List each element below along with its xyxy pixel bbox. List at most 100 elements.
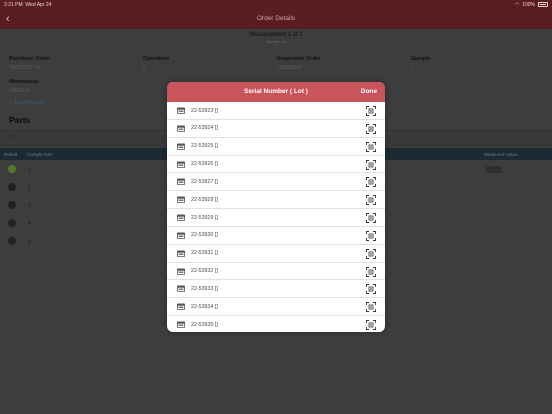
serial-list-item[interactable]: 22-53934 [] (167, 298, 385, 317)
measured-value: 6 unit (486, 166, 502, 173)
status-circle-icon (8, 201, 16, 209)
serial-number-text: 22-53931 [] (191, 250, 218, 257)
calendar-icon (177, 196, 185, 204)
barcode-scan-icon[interactable] (366, 302, 376, 313)
serial-number-text: 22-53932 [] (191, 268, 218, 275)
serial-list-item[interactable]: 22-53926 [] (167, 156, 385, 174)
serial-number-text: 22-53934 [] (191, 303, 218, 310)
calendar-icon (177, 214, 185, 222)
barcode-scan-icon[interactable] (366, 159, 376, 170)
search-icon: ⌕ (9, 134, 13, 140)
operation-value: 0 (143, 64, 146, 71)
calendar-icon (177, 268, 185, 275)
calendar-icon (177, 285, 185, 293)
wifi-icon: ◠ (514, 1, 520, 8)
serial-list-item[interactable]: 22-53931 [] (167, 245, 385, 263)
check-circle-icon (8, 165, 16, 173)
calendar-icon (177, 161, 185, 168)
attachments-link[interactable]: ⌇ Attachments (9, 100, 44, 106)
barcode-scan-icon[interactable] (366, 195, 376, 206)
serial-number-text: 22-53927 [] (191, 178, 218, 185)
barcode-scan-icon[interactable] (366, 141, 376, 152)
inspection-order-label: Inspection Order (277, 56, 322, 62)
calendar-icon (177, 125, 185, 132)
inspection-order-value: 100000046 (277, 64, 303, 71)
barcode-scan-icon[interactable] (366, 106, 376, 116)
battery-percent: 100% (522, 1, 535, 8)
parts-heading: Parts (9, 115, 31, 125)
serial-list-item[interactable]: 22-53932 [] (167, 263, 385, 281)
measurement-title: Measurement 1 of 1 (249, 32, 303, 38)
serial-list-item[interactable]: 22-53925 [] (167, 138, 385, 156)
serial-number-text: 22-53929 [] (191, 214, 218, 221)
serial-number-text: 22-53924 [] (191, 125, 218, 132)
barcode-scan-icon[interactable] (366, 248, 376, 259)
serial-number-text: 22-53930 [] (191, 232, 218, 239)
operation: Operation 0 (143, 56, 169, 71)
warehouse: Warehouse MARZUK (9, 79, 38, 94)
paperclip-icon: ⌇ (9, 100, 12, 106)
part-number: 5 (28, 239, 31, 245)
sample-value: 1 (411, 64, 414, 71)
barcode-scan-icon[interactable] (366, 177, 376, 188)
calendar-icon (177, 143, 185, 150)
attachments-label: Attachments (13, 100, 45, 106)
serial-list-item[interactable]: 22-53923 [] (167, 102, 385, 120)
sample: Sample 1 (411, 56, 431, 71)
modal-header: Serial Number ( Lot ) Done (167, 82, 385, 102)
barcode-scan-icon[interactable] (366, 230, 376, 241)
serial-list-item[interactable]: 22-53933 [] (167, 280, 385, 299)
part-number: 2 (28, 185, 31, 191)
date: Wed Apr 24 (25, 1, 52, 8)
serial-list-item[interactable]: 22-53927 [] (167, 173, 385, 192)
measurement-header: Measurement 1 of 1 Sample 1/1 (0, 32, 552, 44)
measurement-subtitle: Sample 1/1 (265, 39, 287, 44)
barcode-scan-icon[interactable] (366, 266, 376, 277)
barcode-scan-icon[interactable] (366, 284, 376, 295)
serial-list-item[interactable]: 22-53924 [] (167, 120, 385, 138)
col-measured-value: Measured Value (484, 151, 518, 157)
calendar-icon (177, 321, 185, 329)
serial-number-text: 22-53925 [] (191, 143, 218, 150)
serial-list-item[interactable]: 22-53929 [] (167, 209, 385, 227)
barcode-scan-icon[interactable] (366, 320, 376, 331)
serial-number-text: 22-53928 [] (191, 196, 218, 203)
warehouse-label: Warehouse (9, 79, 39, 85)
page-title: Order Details (256, 15, 296, 22)
status-circle-icon (8, 183, 16, 191)
calendar-icon (177, 232, 185, 239)
inspection-order: Inspection Order 100000046 (277, 56, 321, 71)
done-button[interactable]: Done (361, 88, 377, 95)
status-circle-icon (8, 219, 16, 227)
battery-icon (538, 2, 548, 7)
serial-list-item[interactable]: 22-53930 [] (167, 227, 385, 245)
calendar-icon (177, 250, 185, 257)
status-right: ◠ 100% (515, 2, 548, 8)
purchase-order-value: SA000091 LA (9, 64, 40, 71)
operation-label: Operation (143, 56, 169, 62)
purchase-order: Purchase Order SA000091 LA (9, 56, 50, 71)
serial-list: 22-53923 [] 22-53924 [] 22-53925 [] 22-5392… (167, 102, 385, 332)
serial-number-text: 22-53935 [] (191, 321, 218, 328)
col-result: Result (4, 151, 18, 157)
part-number: 1 (28, 167, 31, 173)
serial-list-item[interactable]: 22-53935 [] (167, 316, 385, 332)
part-number: 3 (28, 203, 31, 209)
serial-number-text: 22-53923 [] (191, 107, 218, 114)
purchase-order-label: Purchase Order (9, 56, 51, 62)
calendar-icon (177, 178, 185, 186)
status-bar: 2:21 PM Wed Apr 24 ◠ 100% (0, 0, 552, 9)
barcode-scan-icon[interactable] (366, 123, 376, 134)
barcode-scan-icon[interactable] (366, 213, 376, 224)
modal-title: Serial Number ( Lot ) (244, 87, 308, 95)
serial-list-item[interactable]: 22-53928 [] (167, 191, 385, 210)
part-number: 4 (28, 221, 31, 227)
status-circle-icon (8, 237, 16, 245)
sample-label: Sample (411, 56, 431, 62)
col-sample-part: Sample Part (27, 151, 53, 157)
serial-number-text: 22-53926 [] (191, 161, 218, 168)
calendar-icon (177, 303, 185, 311)
serial-number-modal: Serial Number ( Lot ) Done 22-53923 [] 22… (167, 82, 385, 332)
nav-bar: ‹ Order Details (0, 9, 552, 29)
status-time: 2:21 PM Wed Apr 24 (4, 2, 51, 8)
